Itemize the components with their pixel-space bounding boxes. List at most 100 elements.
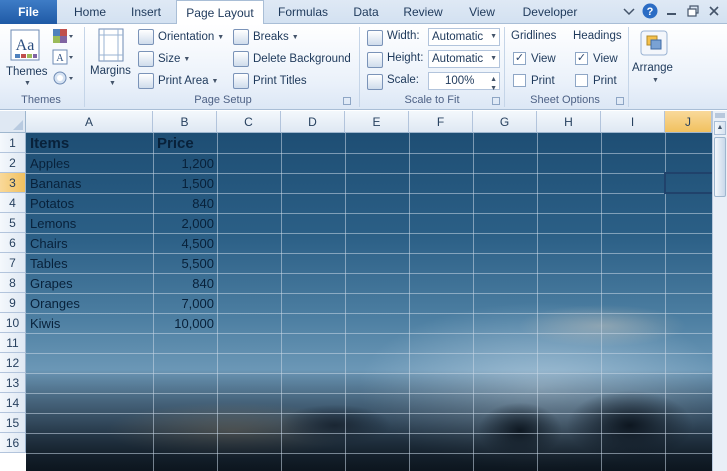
cell-a6[interactable]: Chairs (27, 234, 153, 254)
tab-view[interactable]: View (458, 0, 506, 24)
tab-insert[interactable]: Insert (122, 0, 170, 24)
height-select[interactable]: Automatic ▼ (428, 50, 500, 68)
cell-b2[interactable]: 1,200 (154, 154, 217, 174)
gridlines-view-label: View (531, 52, 556, 65)
themes-dropdown-icon[interactable]: ▼ (24, 80, 31, 87)
row-header-1[interactable]: 1 (0, 133, 26, 153)
column-header-f[interactable]: F (409, 111, 473, 133)
select-all-corner[interactable] (0, 111, 26, 133)
cell-b4[interactable]: 840 (154, 194, 217, 214)
column-header-h[interactable]: H (537, 111, 601, 133)
minimize-ribbon-icon[interactable] (621, 3, 637, 19)
cell-b10[interactable]: 10,000 (154, 314, 217, 334)
arrange-icon[interactable] (640, 30, 668, 56)
orientation-button[interactable]: Orientation ▼ (138, 29, 224, 45)
scroll-up-icon[interactable]: ▲ (714, 121, 726, 135)
print-area-button[interactable]: Print Area ▼ (138, 73, 218, 89)
cell-a4[interactable]: Potatos (27, 194, 153, 214)
column-header-i[interactable]: I (601, 111, 665, 133)
vertical-scrollbar[interactable]: ▲ (712, 111, 727, 471)
window-minimize-icon[interactable] (664, 3, 680, 19)
cell-a1[interactable]: Items (27, 134, 153, 154)
tab-data[interactable]: Data (344, 0, 388, 24)
width-select[interactable]: Automatic ▼ (428, 28, 500, 46)
cell-a9[interactable]: Oranges (27, 294, 153, 314)
row-header-11[interactable]: 11 (0, 333, 26, 353)
headings-print-checkbox[interactable]: Print (575, 74, 617, 87)
arrange-button[interactable]: Arrange (632, 62, 673, 74)
tab-home[interactable]: Home (66, 0, 114, 24)
row-header-9[interactable]: 9 (0, 293, 26, 313)
column-header-c[interactable]: C (217, 111, 281, 133)
margins-icon[interactable] (97, 28, 125, 62)
headings-print-label: Print (593, 74, 617, 87)
cell-b6[interactable]: 4,500 (154, 234, 217, 254)
theme-effects-icon[interactable] (52, 70, 74, 88)
row-header-5[interactable]: 5 (0, 213, 26, 233)
window-restore-icon[interactable] (685, 3, 701, 19)
cell-b1[interactable]: Price (154, 134, 217, 154)
row-header-13[interactable]: 13 (0, 373, 26, 393)
scale-spinner[interactable]: 100% ▲ ▼ (428, 72, 500, 92)
sheet-options-group-label: Sheet Options (530, 94, 600, 106)
row-header-12[interactable]: 12 (0, 353, 26, 373)
tab-review[interactable]: Review (398, 0, 448, 24)
column-header-e[interactable]: E (345, 111, 409, 133)
cell-b7[interactable]: 5,500 (154, 254, 217, 274)
gridlines-view-checkbox[interactable]: ✓ View (513, 52, 556, 65)
help-icon[interactable]: ? (642, 3, 658, 19)
row-header-4[interactable]: 4 (0, 193, 26, 213)
breaks-button[interactable]: Breaks ▼ (233, 29, 299, 45)
themes-icon[interactable]: Aa (9, 28, 41, 64)
row-header-15[interactable]: 15 (0, 413, 26, 433)
cell-a2[interactable]: Apples (27, 154, 153, 174)
row-header-10[interactable]: 10 (0, 313, 26, 333)
tab-page-layout[interactable]: Page Layout (176, 0, 264, 25)
cell-b5[interactable]: 2,000 (154, 214, 217, 234)
margins-button[interactable]: Margins (90, 65, 131, 77)
active-cell-j3[interactable] (664, 172, 712, 194)
tab-formulas[interactable]: Formulas (272, 0, 334, 24)
row-header-8[interactable]: 8 (0, 273, 26, 293)
delete-background-button[interactable]: Delete Background (233, 51, 351, 67)
scrollbar-thumb[interactable] (714, 137, 726, 197)
page-setup-launcher-icon[interactable] (343, 97, 351, 105)
cell-a8[interactable]: Grapes (27, 274, 153, 294)
scale-to-fit-launcher-icon[interactable] (492, 97, 500, 105)
column-header-d[interactable]: D (281, 111, 345, 133)
arrange-dropdown-icon[interactable]: ▼ (652, 77, 659, 84)
themes-button[interactable]: Themes (6, 66, 48, 78)
window-close-icon[interactable] (706, 3, 722, 19)
row-header-14[interactable]: 14 (0, 393, 26, 413)
tab-file[interactable]: File (0, 0, 57, 24)
column-header-b[interactable]: B (153, 111, 217, 133)
cell-b3[interactable]: 1,500 (154, 174, 217, 194)
row-header-6[interactable]: 6 (0, 233, 26, 253)
split-handle[interactable] (715, 113, 725, 118)
column-header-j[interactable]: J (665, 111, 712, 133)
cell-a5[interactable]: Lemons (27, 214, 153, 234)
theme-colors-icon[interactable] (52, 28, 74, 46)
row-header-16[interactable]: 16 (0, 433, 26, 453)
sheet-options-launcher-icon[interactable] (616, 97, 624, 105)
column-header-a[interactable]: A (26, 111, 153, 133)
cell-b9[interactable]: 7,000 (154, 294, 217, 314)
print-titles-button[interactable]: Print Titles (233, 73, 307, 89)
size-button[interactable]: Size ▼ (138, 51, 190, 67)
cell-a3[interactable]: Bananas (27, 174, 153, 194)
margins-dropdown-icon[interactable]: ▼ (109, 80, 116, 87)
row-header-3[interactable]: 3 (0, 173, 26, 193)
cell-a7[interactable]: Tables (27, 254, 153, 274)
gridlines-heading: Gridlines (511, 30, 557, 42)
theme-fonts-icon[interactable]: A (52, 49, 74, 67)
gridlines-print-checkbox[interactable]: Print (513, 74, 555, 87)
cell-b8[interactable]: 840 (154, 274, 217, 294)
headings-view-checkbox[interactable]: ✓ View (575, 52, 618, 65)
cell-a10[interactable]: Kiwis (27, 314, 153, 334)
column-header-g[interactable]: G (473, 111, 537, 133)
row-header-2[interactable]: 2 (0, 153, 26, 173)
group-separator (628, 27, 629, 107)
row-header-7[interactable]: 7 (0, 253, 26, 273)
worksheet-grid[interactable]: A B C D E F G H I J 1 2 3 4 5 6 7 8 9 10… (0, 111, 712, 471)
tab-developer[interactable]: Developer (514, 0, 586, 24)
